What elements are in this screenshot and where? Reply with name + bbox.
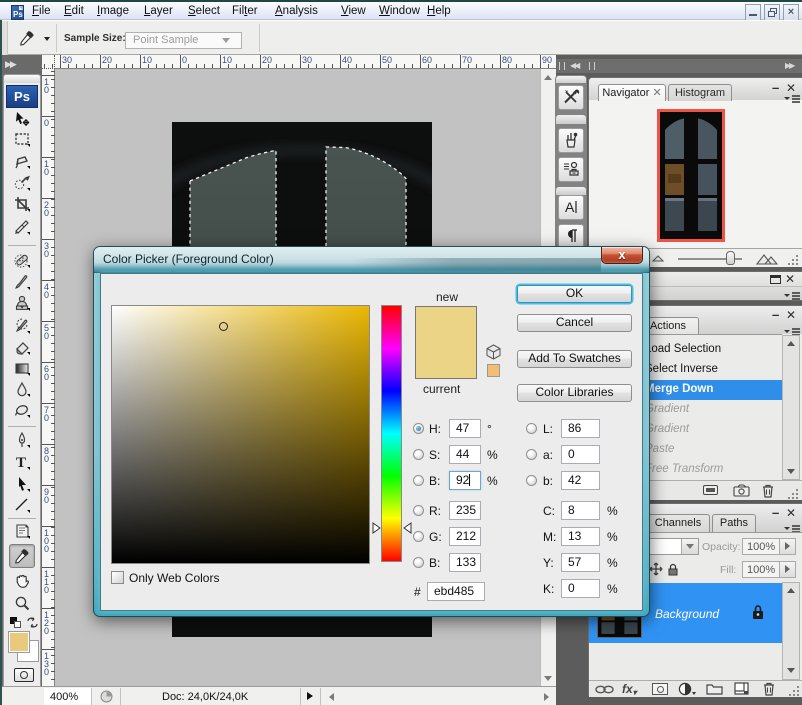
svg-text:A: A: [565, 199, 575, 215]
svg-text:T: T: [16, 455, 26, 471]
